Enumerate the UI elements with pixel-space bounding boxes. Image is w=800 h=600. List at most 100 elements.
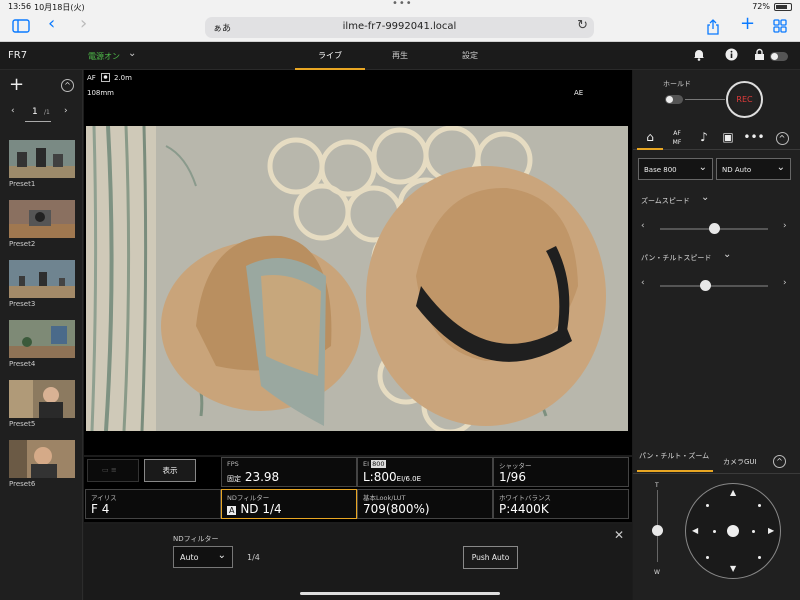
fps-cell[interactable]: FPS 固定 23.98 xyxy=(221,457,357,487)
multitask-dots[interactable]: ••• xyxy=(392,0,413,9)
address-bar[interactable]: ぁあ ilme-fr7-9992041.local ↻ xyxy=(205,17,594,38)
camera-mode-indicator: ▭ ≡ xyxy=(87,459,139,482)
preset-item[interactable]: Preset6 xyxy=(0,440,83,500)
close-icon[interactable]: ✕ xyxy=(614,528,624,542)
af-indicator: AF xyxy=(87,74,96,82)
lock-toggle[interactable] xyxy=(770,52,788,61)
tilt-up-arrow[interactable]: ▲ xyxy=(730,488,736,497)
preset-thumbnail xyxy=(9,200,75,238)
home-icon[interactable]: ⌂ xyxy=(637,126,663,150)
zoom-wide-label: W xyxy=(654,569,660,576)
back-icon[interactable]: ‹ xyxy=(48,15,55,33)
hold-toggle[interactable] xyxy=(665,95,683,104)
preset-item[interactable]: Preset4 xyxy=(0,320,83,380)
preset-thumbnail xyxy=(9,380,75,418)
pan-left-arrow[interactable]: ◀ xyxy=(692,526,698,535)
power-status[interactable]: 電源オン xyxy=(88,51,120,62)
browser-toolbar: ‹ › ぁあ ilme-fr7-9992041.local ↻ + xyxy=(0,14,800,42)
chevron-up-icon[interactable]: ^ xyxy=(61,79,74,92)
pan-tilt-joystick[interactable]: ▲ ▼ ◀ ▶ xyxy=(685,483,781,579)
chevron-down-icon[interactable]: ⌄ xyxy=(723,249,731,260)
tabs-overview-icon[interactable] xyxy=(773,19,787,36)
pan-tilt-speed-knob[interactable] xyxy=(699,280,711,291)
look-lut-cell[interactable]: 基本Look/LUT 709(800%) xyxy=(357,489,493,519)
ei-cell[interactable]: EI 800 L:800EI/6.0E xyxy=(357,457,493,487)
zoom-speed-knob[interactable] xyxy=(708,223,720,234)
music-note-icon[interactable]: ♪ xyxy=(691,126,717,150)
pan-tilt-speed-label: パン・チルトスピード xyxy=(641,254,712,262)
nd-mode-select[interactable]: Auto ⌄ xyxy=(173,546,233,568)
preset-thumbnail xyxy=(9,140,75,178)
info-icon[interactable] xyxy=(725,48,738,64)
sidebar-icon[interactable] xyxy=(12,19,30,36)
lut-value: 709(800%) xyxy=(363,502,430,516)
base-iso-select[interactable]: Base 800 ⌄ xyxy=(638,158,713,180)
more-icon[interactable]: ••• xyxy=(741,126,767,150)
new-tab-icon[interactable]: + xyxy=(740,15,755,33)
chevron-down-icon[interactable]: ⌄ xyxy=(701,192,709,203)
next-page-button[interactable]: › xyxy=(64,106,68,116)
zoom-rocker-knob[interactable] xyxy=(652,525,663,536)
page-number: 1 xyxy=(32,107,38,117)
nd-value: A ND 1/4 xyxy=(227,502,282,516)
nd-key: NDフィルター xyxy=(227,494,270,502)
forward-icon[interactable]: › xyxy=(80,15,87,33)
fps-key: FPS xyxy=(227,460,239,468)
display-button[interactable]: 表示 xyxy=(144,459,196,482)
preset-item[interactable]: Preset2 xyxy=(0,200,83,260)
tab-live[interactable]: ライブ xyxy=(295,42,365,70)
face-detect-icon xyxy=(101,73,110,84)
app-header: FR7 電源オン ⌄ ライブ 再生 設定 xyxy=(0,42,800,70)
auto-badge-icon: A xyxy=(227,506,237,515)
iris-key: アイリス xyxy=(91,494,117,502)
nd-filter-cell[interactable]: NDフィルター A ND 1/4 xyxy=(221,489,357,519)
lock-icon[interactable] xyxy=(754,48,765,64)
preset-label: Preset1 xyxy=(9,180,36,188)
reload-icon[interactable]: ↻ xyxy=(577,18,588,33)
media-icon[interactable]: ▣ xyxy=(715,126,741,150)
tab-camera-gui[interactable]: カメラGUI xyxy=(723,457,757,467)
focal-length: 108mm xyxy=(87,89,114,97)
status-time: 13:56 xyxy=(8,2,32,11)
tab-settings[interactable]: 設定 xyxy=(435,42,505,70)
control-panel: ホールド REC ⌂ AF MF ♪ ▣ ••• ^ Base 800 ⌄ ND … xyxy=(633,70,800,600)
hold-label: ホールド xyxy=(663,80,691,88)
pan-right-arrow[interactable]: ▶ xyxy=(768,526,774,535)
preset-item[interactable]: Preset1 xyxy=(0,140,83,200)
ei-key: EI 800 xyxy=(363,460,386,468)
zoom-speed-increase[interactable]: › xyxy=(783,221,787,231)
preset-item[interactable]: Preset5 xyxy=(0,380,83,440)
pan-tilt-speed-decrease[interactable]: ‹ xyxy=(641,278,645,288)
live-view[interactable]: AF 2.0m 108mm AE xyxy=(84,70,632,455)
chevron-down-icon: ⌄ xyxy=(217,550,226,561)
af-mf-icon[interactable]: AF MF xyxy=(664,126,690,150)
chevron-up-icon[interactable]: ^ xyxy=(769,126,795,150)
status-date: 10月18日(火) xyxy=(34,3,85,12)
zoom-speed-decrease[interactable]: ‹ xyxy=(641,221,645,231)
preset-pager: ‹ 1 /1 › xyxy=(0,106,83,122)
tab-pan-tilt-zoom[interactable]: パン・チルト・ズーム xyxy=(637,450,713,472)
tab-playback[interactable]: 再生 xyxy=(365,42,435,70)
preset-item[interactable]: Preset3 xyxy=(0,260,83,320)
white-balance-cell[interactable]: ホワイトバランス P:4400K xyxy=(493,489,629,519)
add-preset-button[interactable]: + xyxy=(9,74,24,95)
battery-icon xyxy=(774,3,792,11)
wb-key: ホワイトバランス xyxy=(499,494,551,502)
iris-cell[interactable]: アイリス F 4 xyxy=(85,489,221,519)
zoom-rocker[interactable] xyxy=(652,490,663,562)
shutter-cell[interactable]: シャッター 1/96 xyxy=(493,457,629,487)
chevron-up-icon[interactable]: ^ xyxy=(773,455,786,468)
pan-tilt-speed-slider[interactable] xyxy=(660,285,768,287)
share-icon[interactable] xyxy=(706,19,720,38)
chevron-down-icon[interactable]: ⌄ xyxy=(128,48,136,59)
pan-tilt-speed-increase[interactable]: › xyxy=(783,278,787,288)
camera-status-grid: ▭ ≡ 表示 FPS 固定 23.98 EI 800 L:800EI/6.0E … xyxy=(84,457,632,522)
rec-button[interactable]: REC xyxy=(726,81,763,118)
bell-icon[interactable] xyxy=(693,48,705,64)
joystick-center[interactable] xyxy=(727,525,739,537)
push-auto-button[interactable]: Push Auto xyxy=(463,546,518,569)
nd-auto-select[interactable]: ND Auto ⌄ xyxy=(716,158,791,180)
prev-page-button[interactable]: ‹ xyxy=(11,106,15,116)
preset-thumbnail xyxy=(9,440,75,478)
tilt-down-arrow[interactable]: ▼ xyxy=(730,564,736,573)
